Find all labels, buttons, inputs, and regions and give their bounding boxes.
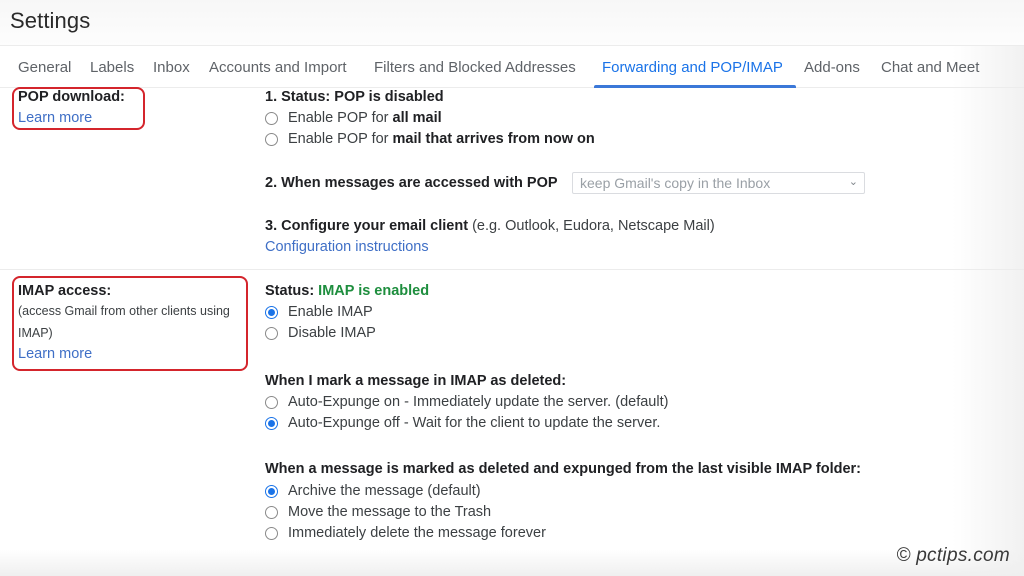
watermark: © pctips.com — [896, 545, 1010, 566]
auto-expunge-off-radio[interactable] — [265, 416, 278, 430]
pop-enable-from-now-bold: mail that arrives from now on — [392, 131, 595, 147]
pop-access-select[interactable]: keep Gmail's copy in the Inbox ⌄ — [572, 172, 865, 194]
archive-message-radio[interactable] — [265, 484, 278, 498]
pop-configure-examples: (e.g. Outlook, Eudora, Netscape Mail) — [468, 218, 715, 234]
auto-expunge-on-option[interactable]: Auto-Expunge on - Immediately update the… — [265, 394, 668, 410]
pop-enable-all-mail-option[interactable]: Enable POP for all mail — [265, 110, 442, 126]
auto-expunge-on-radio[interactable] — [265, 395, 278, 409]
pop-configure-row: 3. Configure your email client (e.g. Out… — [265, 218, 715, 234]
move-to-trash-option[interactable]: Move the message to the Trash — [265, 504, 491, 520]
imap-enable-radio[interactable] — [265, 305, 278, 319]
delete-forever-radio[interactable] — [265, 526, 278, 540]
pop-access-select-value: keep Gmail's copy in the Inbox — [580, 175, 771, 191]
tab-forwarding-and-pop-imap[interactable]: Forwarding and POP/IMAP — [602, 59, 783, 76]
tab-add-ons[interactable]: Add-ons — [804, 59, 860, 76]
imap-access-label: IMAP access: — [18, 283, 112, 299]
imap-access-desc-line1: (access Gmail from other clients using — [18, 304, 230, 318]
pop-label-column: POP download: Learn more — [18, 89, 125, 126]
imap-status-value: IMAP is enabled — [318, 283, 430, 299]
tab-filters-and-blocked-addresses[interactable]: Filters and Blocked Addresses — [374, 59, 576, 76]
configuration-instructions-link[interactable]: Configuration instructions — [265, 239, 429, 255]
imap-status: Status: IMAP is enabled — [265, 283, 429, 299]
pop-download-label: POP download: — [18, 89, 125, 105]
imap-deleted-heading: When I mark a message in IMAP as deleted… — [265, 373, 567, 389]
pop-status: 1. Status: POP is disabled — [265, 89, 444, 105]
title-bar: Settings — [0, 0, 1024, 46]
section-divider — [0, 269, 1024, 270]
tab-general[interactable]: General — [18, 59, 71, 76]
auto-expunge-on-label: Auto-Expunge on - Immediately update the… — [288, 394, 669, 410]
delete-forever-option[interactable]: Immediately delete the message forever — [265, 525, 546, 541]
archive-message-label: Archive the message (default) — [288, 483, 481, 499]
imap-enable-label: Enable IMAP — [288, 304, 373, 320]
tab-accounts-and-import[interactable]: Accounts and Import — [209, 59, 347, 76]
pop-enable-from-now-option[interactable]: Enable POP for mail that arrives from no… — [265, 131, 595, 147]
pop-access-row: 2. When messages are accessed with POP k… — [265, 172, 885, 194]
settings-page: Settings General Labels Inbox Accounts a… — [0, 0, 1024, 576]
tab-chat-and-meet[interactable]: Chat and Meet — [881, 59, 979, 76]
pop-learn-more-link[interactable]: Learn more — [18, 110, 92, 126]
pop-enable-all-mail-prefix: Enable POP for — [288, 110, 389, 126]
tab-labels[interactable]: Labels — [90, 59, 134, 76]
chevron-down-icon: ⌄ — [848, 176, 858, 188]
pop-configure-label: 3. Configure your email client — [265, 218, 469, 234]
auto-expunge-off-option[interactable]: Auto-Expunge off - Wait for the client t… — [265, 415, 660, 431]
bottom-shade — [0, 550, 1024, 576]
imap-enable-option[interactable]: Enable IMAP — [265, 304, 373, 320]
pop-enable-all-mail-radio[interactable] — [265, 111, 278, 125]
imap-disable-option[interactable]: Disable IMAP — [265, 325, 376, 341]
imap-expunged-heading: When a message is marked as deleted and … — [265, 461, 862, 477]
tab-inbox[interactable]: Inbox — [153, 59, 190, 76]
move-to-trash-label: Move the message to the Trash — [288, 504, 492, 520]
pop-enable-all-mail-bold: all mail — [392, 110, 442, 126]
imap-status-label: Status: — [265, 283, 319, 299]
pop-config-link-row: Configuration instructions — [265, 239, 429, 255]
pop-access-label: 2. When messages are accessed with POP — [265, 175, 558, 191]
settings-tabs: General Labels Inbox Accounts and Import… — [0, 47, 1024, 88]
pop-enable-from-now-prefix: Enable POP for — [288, 131, 389, 147]
active-tab-indicator — [594, 85, 796, 88]
archive-message-option[interactable]: Archive the message (default) — [265, 483, 481, 499]
pop-enable-from-now-radio[interactable] — [265, 132, 278, 146]
imap-disable-label: Disable IMAP — [288, 325, 376, 341]
imap-access-desc-line2: IMAP) — [18, 326, 53, 340]
auto-expunge-off-label: Auto-Expunge off - Wait for the client t… — [288, 415, 661, 431]
delete-forever-label: Immediately delete the message forever — [288, 525, 546, 541]
imap-disable-radio[interactable] — [265, 326, 278, 340]
imap-label-column: IMAP access: (access Gmail from other cl… — [18, 283, 230, 362]
page-title: Settings — [10, 8, 91, 33]
imap-learn-more-link[interactable]: Learn more — [18, 346, 92, 362]
move-to-trash-radio[interactable] — [265, 505, 278, 519]
